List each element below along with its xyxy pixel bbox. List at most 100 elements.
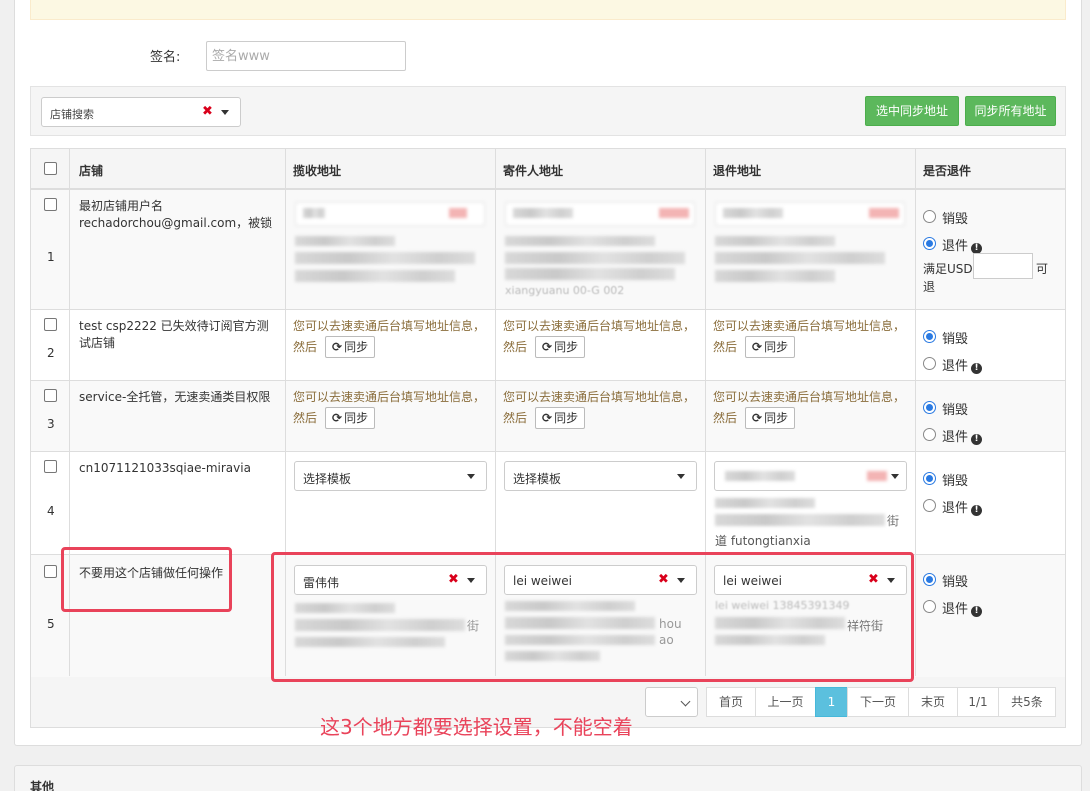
refresh-icon: ⟳ (332, 411, 343, 425)
clear-icon[interactable]: ✖ (202, 104, 213, 119)
sender-hint: 您可以去速卖通后台填写地址信息，然后 ⟳ 同步 (503, 316, 701, 358)
radio-destroy[interactable] (923, 330, 936, 343)
shop-search-select[interactable]: 店铺搜索 ✖ (41, 97, 241, 127)
radio-destroy-label: 销毁 (942, 403, 969, 418)
return-address-tail: 道 futongtianxia (715, 534, 811, 548)
blurred-text (715, 252, 885, 264)
annotation-text: 这3个地方都要选择设置，不能空着 (320, 715, 633, 739)
sender-address-partial: xiangyuanu 00-G 002 (505, 284, 625, 297)
shop-name: cn1071121033sqiae-miravia (79, 461, 251, 475)
table-row: 2 test csp2222 已失效待订阅官方测试店铺 您可以去速卖通后台填写地… (31, 310, 1065, 381)
radio-destroy[interactable] (923, 472, 936, 485)
blurred-icon (867, 471, 887, 481)
return-hint: 您可以去速卖通后台填写地址信息，然后 ⟳ 同步 (713, 316, 911, 358)
blurred-icon (449, 208, 467, 218)
refresh-icon: ⟳ (542, 340, 553, 354)
page-next[interactable]: 下一页 (847, 687, 909, 717)
pickup-hint: 您可以去速卖通后台填写地址信息，然后 ⟳ 同步 (293, 387, 491, 429)
blurred-text (295, 270, 455, 282)
total-count: 共5条 (998, 687, 1056, 717)
blurred-text (295, 236, 395, 246)
signature-label: 签名: (150, 50, 181, 65)
table-row: 1 最初店铺用户名 rechadorchou@gmail.com，被锁 xian… (31, 190, 1065, 310)
radio-destroy[interactable] (923, 401, 936, 414)
blurred-text (505, 252, 685, 264)
sync-button[interactable]: ⟳ 同步 (535, 336, 586, 358)
radio-destroy[interactable] (923, 210, 936, 223)
chevron-down-icon (680, 696, 691, 707)
row-checkbox[interactable] (44, 460, 57, 473)
page-first[interactable]: 首页 (706, 687, 756, 717)
radio-return[interactable] (923, 357, 936, 370)
blurred-text (505, 268, 675, 280)
other-section: 其他 (14, 765, 1082, 791)
return-address-select[interactable] (714, 461, 907, 491)
select-all-checkbox[interactable] (44, 162, 57, 175)
row-checkbox[interactable] (44, 565, 57, 578)
blurred-text (715, 270, 835, 282)
sync-button[interactable]: ⟳ 同步 (535, 407, 586, 429)
blurred-text (715, 514, 885, 526)
blurred-text (725, 471, 795, 481)
sync-button[interactable]: ⟳ 同步 (325, 407, 376, 429)
pickup-hint: 您可以去速卖通后台填写地址信息，然后 ⟳ 同步 (293, 316, 491, 358)
header-return-address: 退件地址 (713, 164, 762, 178)
notice-banner (30, 0, 1066, 20)
header-shop: 店铺 (79, 164, 104, 178)
sync-selected-button[interactable]: 选中同步地址 (865, 96, 959, 126)
caret-down-icon (891, 474, 899, 479)
radio-destroy[interactable] (923, 573, 936, 586)
table-row: 4 cn1071121033sqiae-miravia 选择模板 选择模板 街 … (31, 452, 1065, 555)
column-divider (915, 149, 916, 676)
usd-suffix-1: 可 (1036, 262, 1049, 276)
table-row: 3 service-全托管，无速卖通类目权限 您可以去速卖通后台填写地址信息，然… (31, 381, 1065, 452)
radio-return-label: 退件! (942, 355, 983, 374)
sender-template-select[interactable]: 选择模板 (504, 461, 697, 491)
radio-destroy-label: 销毁 (942, 575, 969, 590)
row-number: 3 (47, 417, 55, 431)
usd-prefix: 满足USD (923, 262, 973, 276)
radio-return[interactable] (923, 428, 936, 441)
row-number: 4 (47, 504, 55, 518)
radio-return[interactable] (923, 600, 936, 613)
radio-return[interactable] (923, 237, 936, 250)
page-last[interactable]: 末页 (908, 687, 958, 717)
pickup-template-select[interactable]: 选择模板 (294, 461, 487, 491)
signature-input[interactable] (206, 41, 406, 71)
return-address-fragment: 街 (887, 514, 900, 528)
refresh-icon: ⟳ (332, 340, 343, 354)
sender-hint: 您可以去速卖通后台填写地址信息，然后 ⟳ 同步 (503, 387, 701, 429)
row-number: 1 (47, 250, 55, 264)
info-icon: ! (971, 363, 983, 374)
blurred-icon (659, 208, 689, 218)
radio-destroy-label: 销毁 (942, 212, 969, 227)
page-size-select[interactable] (645, 687, 698, 717)
page-prev[interactable]: 上一页 (755, 687, 816, 717)
sync-all-button[interactable]: 同步所有地址 (965, 96, 1056, 126)
annotation-box-shop (61, 547, 232, 612)
caret-down-icon (467, 474, 475, 479)
other-section-title: 其他 (30, 780, 55, 791)
radio-destroy-label: 销毁 (942, 474, 969, 489)
blurred-text (513, 208, 573, 218)
header-refund: 是否退件 (923, 164, 972, 178)
toolbar: 店铺搜索 ✖ 选中同步地址 同步所有地址 (30, 86, 1066, 136)
sync-button[interactable]: ⟳ 同步 (745, 336, 796, 358)
usd-threshold-input[interactable] (973, 253, 1033, 279)
blurred-text (723, 208, 783, 218)
refresh-icon: ⟳ (752, 411, 763, 425)
radio-return[interactable] (923, 499, 936, 512)
page-current[interactable]: 1 (815, 687, 848, 717)
sender-select-value: 选择模板 (513, 472, 562, 486)
row-checkbox[interactable] (44, 198, 57, 211)
info-icon: ! (971, 606, 983, 617)
sync-button[interactable]: ⟳ 同步 (745, 407, 796, 429)
row-checkbox[interactable] (44, 318, 57, 331)
return-hint: 您可以去速卖通后台填写地址信息，然后 ⟳ 同步 (713, 387, 911, 429)
blurred-text (715, 498, 815, 508)
header-sender-address: 寄件人地址 (503, 164, 564, 178)
sync-button[interactable]: ⟳ 同步 (325, 336, 376, 358)
blurred-text (505, 236, 655, 246)
row-checkbox[interactable] (44, 389, 57, 402)
shop-search-label: 店铺搜索 (50, 108, 94, 121)
